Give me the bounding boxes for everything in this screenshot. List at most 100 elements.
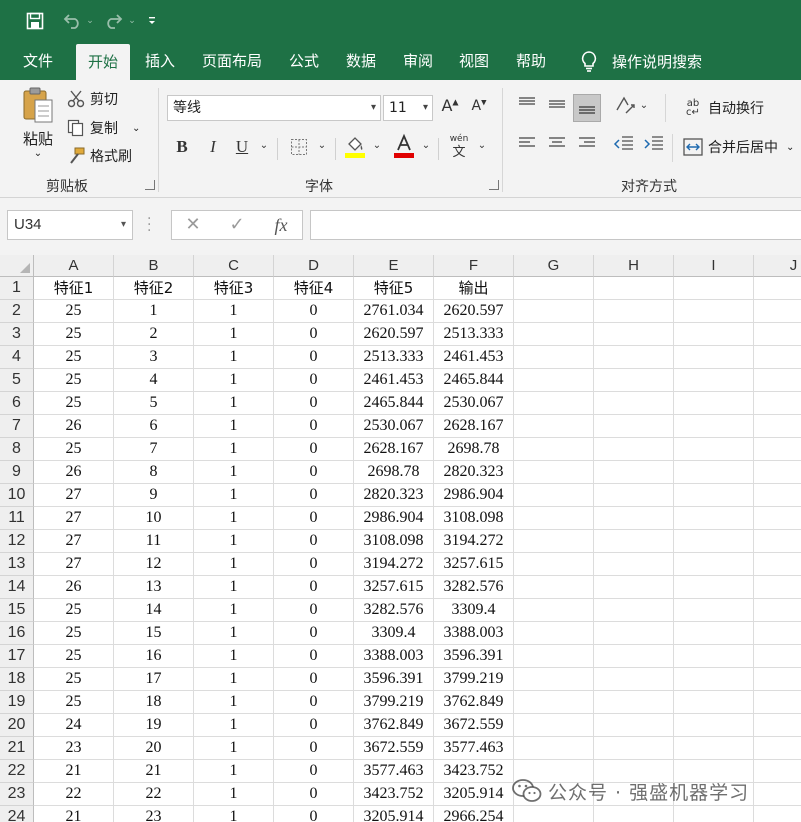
table-cell[interactable]: 2620.597 bbox=[354, 323, 434, 346]
table-cell[interactable] bbox=[754, 806, 801, 822]
wrap-text-button[interactable]: ab c↵ 自动换行 bbox=[682, 96, 764, 120]
table-cell[interactable]: 9 bbox=[114, 484, 194, 507]
table-cell[interactable] bbox=[754, 507, 801, 530]
table-cell[interactable] bbox=[594, 645, 674, 668]
table-cell[interactable]: 25 bbox=[34, 599, 114, 622]
table-cell[interactable]: 25 bbox=[34, 300, 114, 323]
align-center-button[interactable] bbox=[544, 135, 570, 159]
table-cell[interactable]: 2461.453 bbox=[434, 346, 514, 369]
tab-page-layout[interactable]: 页面布局 bbox=[192, 42, 272, 80]
table-cell[interactable] bbox=[754, 438, 801, 461]
table-cell[interactable] bbox=[674, 668, 754, 691]
table-cell[interactable]: 1 bbox=[194, 438, 274, 461]
row-header[interactable]: 1 bbox=[0, 277, 34, 300]
table-cell[interactable] bbox=[674, 714, 754, 737]
table-cell[interactable]: 3762.849 bbox=[434, 691, 514, 714]
table-cell[interactable] bbox=[594, 484, 674, 507]
header-cell[interactable] bbox=[594, 277, 674, 300]
table-cell[interactable]: 10 bbox=[114, 507, 194, 530]
row-header[interactable]: 4 bbox=[0, 346, 34, 369]
header-cell[interactable]: 特征1 bbox=[34, 277, 114, 300]
table-cell[interactable]: 23 bbox=[34, 737, 114, 760]
row-header[interactable]: 19 bbox=[0, 691, 34, 714]
table-cell[interactable]: 0 bbox=[274, 369, 354, 392]
table-cell[interactable] bbox=[594, 323, 674, 346]
table-cell[interactable]: 0 bbox=[274, 760, 354, 783]
underline-dropdown[interactable]: ⌄ bbox=[258, 140, 270, 151]
table-cell[interactable]: 1 bbox=[194, 369, 274, 392]
row-header[interactable]: 7 bbox=[0, 415, 34, 438]
table-cell[interactable]: 25 bbox=[34, 346, 114, 369]
table-cell[interactable]: 3257.615 bbox=[354, 576, 434, 599]
table-cell[interactable] bbox=[594, 369, 674, 392]
column-header-i[interactable]: I bbox=[674, 255, 754, 277]
table-cell[interactable]: 1 bbox=[194, 392, 274, 415]
bottom-align-button[interactable] bbox=[573, 94, 601, 122]
paste-button[interactable]: 粘贴 ⌄ bbox=[16, 86, 60, 172]
table-cell[interactable]: 3205.914 bbox=[434, 783, 514, 806]
table-cell[interactable]: 2465.844 bbox=[354, 392, 434, 415]
select-all-corner[interactable] bbox=[0, 255, 34, 277]
table-cell[interactable]: 0 bbox=[274, 530, 354, 553]
table-cell[interactable]: 0 bbox=[274, 737, 354, 760]
tab-file[interactable]: 文件 bbox=[12, 42, 64, 80]
table-cell[interactable]: 1 bbox=[194, 714, 274, 737]
orientation-button[interactable] bbox=[612, 94, 638, 120]
font-name-select[interactable]: 等线 ▾ bbox=[167, 95, 381, 121]
table-cell[interactable]: 2530.067 bbox=[434, 392, 514, 415]
row-header[interactable]: 3 bbox=[0, 323, 34, 346]
table-cell[interactable]: 17 bbox=[114, 668, 194, 691]
table-cell[interactable]: 0 bbox=[274, 599, 354, 622]
table-cell[interactable]: 2986.904 bbox=[434, 484, 514, 507]
table-cell[interactable]: 25 bbox=[34, 691, 114, 714]
table-cell[interactable]: 0 bbox=[274, 645, 354, 668]
insert-function-button[interactable]: fx bbox=[266, 211, 296, 239]
table-cell[interactable] bbox=[514, 714, 594, 737]
table-cell[interactable]: 3282.576 bbox=[354, 599, 434, 622]
table-cell[interactable] bbox=[514, 507, 594, 530]
column-header-g[interactable]: G bbox=[514, 255, 594, 277]
table-cell[interactable] bbox=[674, 507, 754, 530]
table-cell[interactable]: 1 bbox=[194, 737, 274, 760]
table-cell[interactable] bbox=[754, 599, 801, 622]
undo-button[interactable] bbox=[60, 7, 84, 35]
table-cell[interactable] bbox=[594, 346, 674, 369]
row-header[interactable]: 18 bbox=[0, 668, 34, 691]
enter-icon[interactable]: ✓ bbox=[222, 211, 252, 239]
fill-color-button[interactable] bbox=[343, 135, 367, 161]
table-cell[interactable]: 0 bbox=[274, 668, 354, 691]
table-cell[interactable]: 3388.003 bbox=[354, 645, 434, 668]
font-color-button[interactable] bbox=[392, 133, 416, 161]
table-cell[interactable]: 2698.78 bbox=[434, 438, 514, 461]
borders-dropdown[interactable]: ⌄ bbox=[316, 140, 328, 151]
table-cell[interactable] bbox=[754, 645, 801, 668]
table-cell[interactable]: 23 bbox=[114, 806, 194, 822]
table-cell[interactable]: 24 bbox=[34, 714, 114, 737]
header-cell[interactable]: 特征5 bbox=[354, 277, 434, 300]
table-cell[interactable] bbox=[754, 346, 801, 369]
table-cell[interactable]: 2820.323 bbox=[434, 461, 514, 484]
phonetic-dropdown[interactable]: ⌄ bbox=[476, 140, 488, 151]
table-cell[interactable]: 3309.4 bbox=[354, 622, 434, 645]
table-cell[interactable]: 1 bbox=[194, 484, 274, 507]
table-cell[interactable]: 2465.844 bbox=[434, 369, 514, 392]
table-cell[interactable]: 1 bbox=[194, 346, 274, 369]
table-cell[interactable]: 3762.849 bbox=[354, 714, 434, 737]
column-header-f[interactable]: F bbox=[434, 255, 514, 277]
middle-align-button[interactable] bbox=[544, 96, 570, 120]
row-header[interactable]: 5 bbox=[0, 369, 34, 392]
table-cell[interactable]: 27 bbox=[34, 484, 114, 507]
table-cell[interactable] bbox=[594, 576, 674, 599]
table-cell[interactable]: 2461.453 bbox=[354, 369, 434, 392]
column-header-e[interactable]: E bbox=[354, 255, 434, 277]
align-left-button[interactable] bbox=[514, 135, 540, 159]
shrink-font-button[interactable]: A▼ bbox=[469, 98, 489, 122]
table-cell[interactable]: 25 bbox=[34, 369, 114, 392]
table-cell[interactable]: 0 bbox=[274, 323, 354, 346]
table-cell[interactable] bbox=[514, 323, 594, 346]
table-cell[interactable] bbox=[594, 438, 674, 461]
table-cell[interactable]: 20 bbox=[114, 737, 194, 760]
table-cell[interactable]: 1 bbox=[194, 645, 274, 668]
table-cell[interactable]: 21 bbox=[114, 760, 194, 783]
tab-insert[interactable]: 插入 bbox=[136, 42, 184, 80]
